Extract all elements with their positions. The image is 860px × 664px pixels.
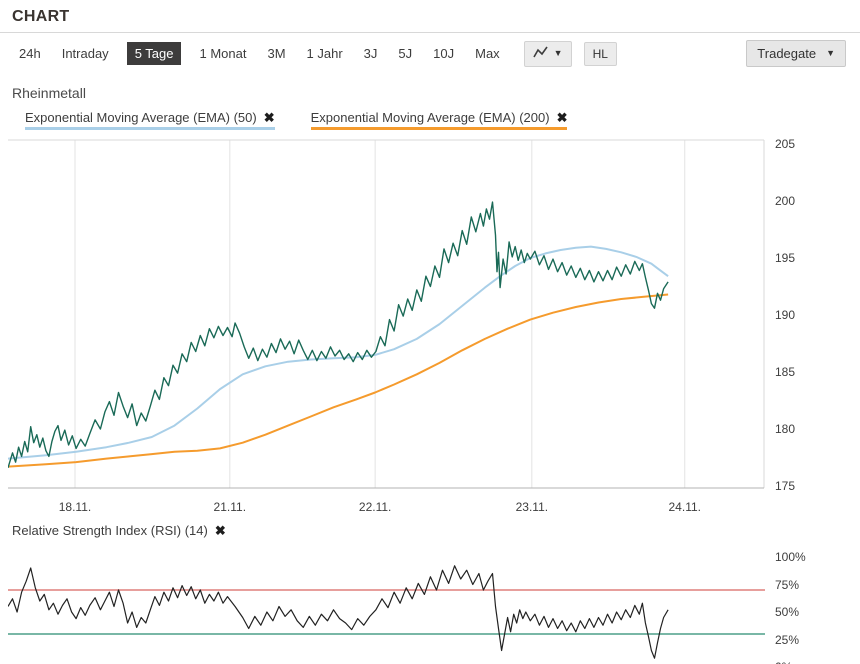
range-tab-1-jahr[interactable]: 1 Jahr [304, 42, 346, 65]
indicator-label-ema200: Exponential Moving Average (EMA) (200) [311, 110, 550, 125]
range-tab-max[interactable]: Max [472, 42, 503, 65]
chart-widget: CHART 24h Intraday 5 Tage 1 Monat 3M 1 J… [0, 0, 860, 664]
widget-header: CHART [0, 0, 860, 33]
range-tab-intraday[interactable]: Intraday [59, 42, 112, 65]
indicator-label-rsi: Relative Strength Index (RSI) (14) [12, 523, 208, 538]
close-icon[interactable]: ✖ [215, 524, 226, 537]
price-x-axis: 18.11. 21.11. 22.11. 23.11. 24.11. [8, 498, 765, 516]
y-tick-label: 100% [775, 550, 806, 564]
x-tick-label: 21.11. [214, 500, 246, 514]
chevron-down-icon: ▼ [826, 49, 835, 58]
x-tick-label: 18.11. [59, 500, 91, 514]
line-chart-icon [533, 46, 549, 62]
y-tick-label: 180 [775, 422, 795, 436]
range-tab-3j[interactable]: 3J [361, 42, 381, 65]
indicator-label-ema50: Exponential Moving Average (EMA) (50) [25, 110, 257, 125]
indicator-chip-ema50: Exponential Moving Average (EMA) (50) ✖ [25, 110, 275, 130]
range-tab-24h[interactable]: 24h [16, 42, 44, 65]
x-tick-label: 23.11. [516, 500, 548, 514]
y-tick-label: 25% [775, 633, 799, 647]
hl-toggle-button[interactable]: HL [584, 42, 617, 66]
range-tab-1-monat[interactable]: 1 Monat [196, 42, 249, 65]
y-tick-label: 195 [775, 251, 795, 265]
page-title: CHART [12, 8, 70, 25]
y-tick-label: 185 [775, 365, 795, 379]
rsi-chart[interactable] [8, 551, 765, 664]
x-tick-label: 24.11. [669, 500, 701, 514]
chart-toolbar: 24h Intraday 5 Tage 1 Monat 3M 1 Jahr 3J… [0, 33, 860, 71]
price-y-axis: 205 200 195 190 185 180 175 [765, 138, 852, 498]
x-tick-label: 22.11. [359, 500, 391, 514]
range-tab-5j[interactable]: 5J [395, 42, 415, 65]
y-tick-label: 0% [775, 660, 792, 664]
close-icon[interactable]: ✖ [557, 111, 568, 124]
range-tab-3m[interactable]: 3M [264, 42, 288, 65]
chart-type-button[interactable]: ▼ [524, 41, 572, 67]
venue-selector[interactable]: Tradegate ▼ [746, 40, 846, 67]
price-chart-row: 205 200 195 190 185 180 175 [8, 138, 860, 498]
venue-label: Tradegate [757, 46, 816, 61]
y-tick-label: 75% [775, 578, 799, 592]
y-tick-label: 200 [775, 194, 795, 208]
rsi-chip-row: Relative Strength Index (RSI) (14) ✖ [12, 522, 860, 543]
range-tab-5-tage[interactable]: 5 Tage [127, 42, 182, 65]
indicator-chip-ema200: Exponential Moving Average (EMA) (200) ✖ [311, 110, 568, 130]
close-icon[interactable]: ✖ [264, 111, 275, 124]
price-chart[interactable] [8, 138, 765, 498]
chevron-down-icon: ▼ [554, 49, 563, 58]
rsi-y-axis: 100% 75% 50% 25% 0% [765, 551, 852, 664]
instrument-name: Rheinmetall [12, 85, 860, 101]
indicator-chip-rsi: Relative Strength Index (RSI) (14) ✖ [12, 523, 226, 543]
y-tick-label: 190 [775, 308, 795, 322]
y-tick-label: 205 [775, 137, 795, 151]
y-tick-label: 175 [775, 479, 795, 493]
rsi-chart-row: 100% 75% 50% 25% 0% [8, 551, 860, 664]
indicator-chips: Exponential Moving Average (EMA) (50) ✖ … [25, 110, 860, 130]
range-tab-10j[interactable]: 10J [430, 42, 457, 65]
y-tick-label: 50% [775, 605, 799, 619]
